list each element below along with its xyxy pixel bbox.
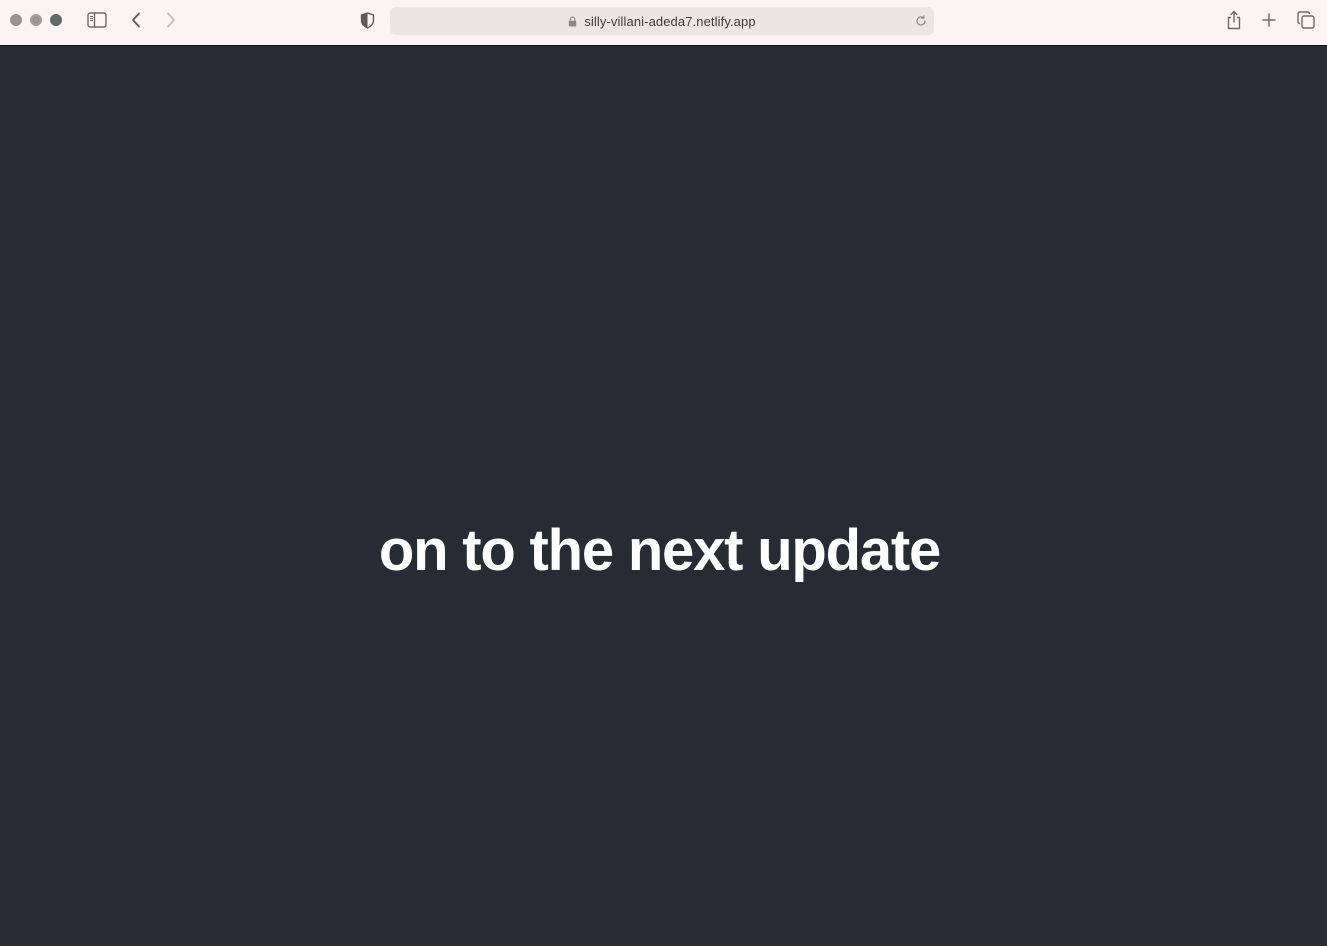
url-display: silly-villani-adeda7.netlify.app	[568, 13, 756, 29]
page-headline: on to the next update	[378, 518, 941, 583]
reload-icon[interactable]	[914, 14, 928, 28]
chevron-right-icon[interactable]	[163, 10, 179, 30]
chevron-left-icon[interactable]	[128, 10, 144, 30]
minimize-window-button[interactable]	[30, 14, 42, 26]
address-bar[interactable]: silly-villani-adeda7.netlify.app	[390, 7, 934, 35]
url-text: silly-villani-adeda7.netlify.app	[584, 13, 756, 29]
browser-toolbar: silly-villani-adeda7.netlify.app	[0, 0, 1327, 46]
page-content: on to the next update	[0, 47, 1327, 946]
plus-icon[interactable]	[1259, 10, 1279, 30]
tabs-icon[interactable]	[1296, 10, 1316, 30]
sidebar-icon[interactable]	[86, 10, 108, 30]
browser-window: silly-villani-adeda7.netlify.app on to t…	[0, 0, 1327, 946]
lock-icon	[568, 16, 577, 27]
shield-icon[interactable]	[358, 10, 376, 30]
zoom-window-button[interactable]	[50, 14, 62, 26]
share-icon[interactable]	[1224, 8, 1244, 32]
close-window-button[interactable]	[10, 14, 22, 26]
